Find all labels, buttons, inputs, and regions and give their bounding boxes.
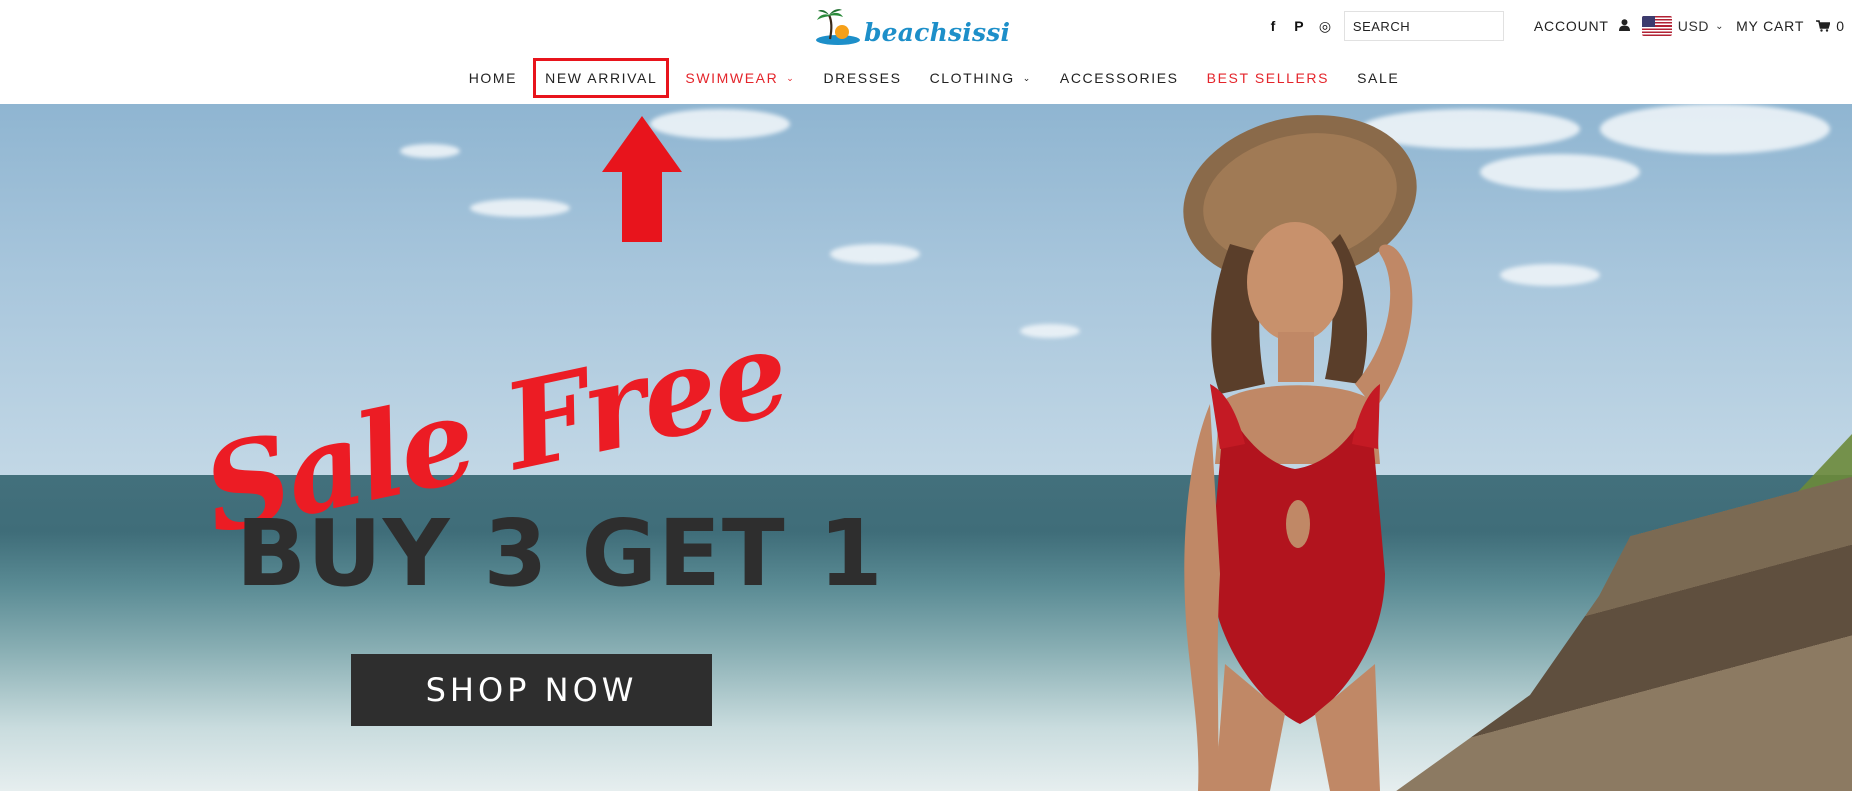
- nav-accessories[interactable]: ACCESSORIES: [1060, 70, 1179, 86]
- chevron-down-icon: ⌄: [1715, 20, 1725, 32]
- brand-name: beachsissi: [864, 17, 1011, 47]
- brand-logo[interactable]: beachsissi: [812, 6, 1010, 50]
- instagram-icon[interactable]: ◎: [1316, 17, 1334, 35]
- cloud-shape: [1600, 104, 1830, 154]
- currency-label: USD: [1677, 18, 1710, 34]
- promo-headline: BUY 3 GET 1: [236, 500, 884, 607]
- cart-icon: [1816, 20, 1831, 32]
- cloud-shape: [470, 199, 570, 217]
- search-input[interactable]: [1343, 11, 1504, 41]
- nav-label: CLOTHING: [929, 70, 1015, 86]
- nav-label: DRESSES: [823, 70, 902, 86]
- hero-banner[interactable]: Sale Free BUY 3 GET 1 SHOP NOW: [0, 104, 1852, 791]
- site-header: beachsissi f P ◎ ACCOUNT USD ⌄ MY CART 0…: [0, 0, 1852, 104]
- facebook-icon[interactable]: f: [1264, 17, 1282, 35]
- nav-label: ACCESSORIES: [1059, 70, 1179, 86]
- cart-button[interactable]: 0: [1816, 18, 1844, 34]
- currency-selector[interactable]: USD ⌄: [1641, 16, 1725, 36]
- palm-island-icon: [816, 9, 860, 45]
- nav-home[interactable]: HOME: [469, 70, 517, 86]
- nav-swimwear[interactable]: SWIMWEAR ⌄: [685, 70, 795, 86]
- user-icon[interactable]: [1618, 18, 1630, 34]
- cloud-shape: [400, 144, 460, 158]
- my-cart-link[interactable]: MY CART: [1736, 18, 1804, 34]
- nav-sale[interactable]: SALE: [1357, 70, 1399, 86]
- nav-label: HOME: [468, 70, 518, 86]
- utility-bar: f P ◎ ACCOUNT USD ⌄ MY CART 0: [1264, 10, 1852, 42]
- pinterest-icon[interactable]: P: [1290, 17, 1308, 35]
- annotation-arrow-icon: [602, 116, 682, 242]
- chevron-down-icon: ⌄: [786, 72, 796, 83]
- chevron-down-icon: ⌄: [1022, 72, 1032, 83]
- nav-dresses[interactable]: DRESSES: [823, 70, 901, 86]
- nav-label: NEW ARRIVAL: [545, 70, 658, 86]
- shop-now-button[interactable]: SHOP NOW: [351, 654, 712, 726]
- cart-count: 0: [1836, 18, 1844, 34]
- nav-new-arrival[interactable]: NEW ARRIVAL: [533, 58, 670, 98]
- cloud-shape: [1020, 324, 1080, 338]
- social-links: f P ◎: [1264, 17, 1334, 35]
- main-nav: HOME NEW ARRIVAL SWIMWEAR ⌄ DRESSES CLOTH…: [0, 58, 1852, 98]
- model-photo: [1183, 115, 1417, 791]
- nav-best-sellers[interactable]: BEST SELLERS: [1207, 70, 1329, 86]
- us-flag-icon: [1641, 16, 1672, 36]
- cloud-shape: [830, 244, 920, 264]
- nav-label: SALE: [1357, 70, 1400, 86]
- nav-label: SWIMWEAR: [685, 70, 779, 86]
- nav-clothing[interactable]: CLOTHING ⌄: [930, 70, 1032, 86]
- account-link[interactable]: ACCOUNT: [1534, 18, 1609, 34]
- nav-label: BEST SELLERS: [1206, 70, 1330, 86]
